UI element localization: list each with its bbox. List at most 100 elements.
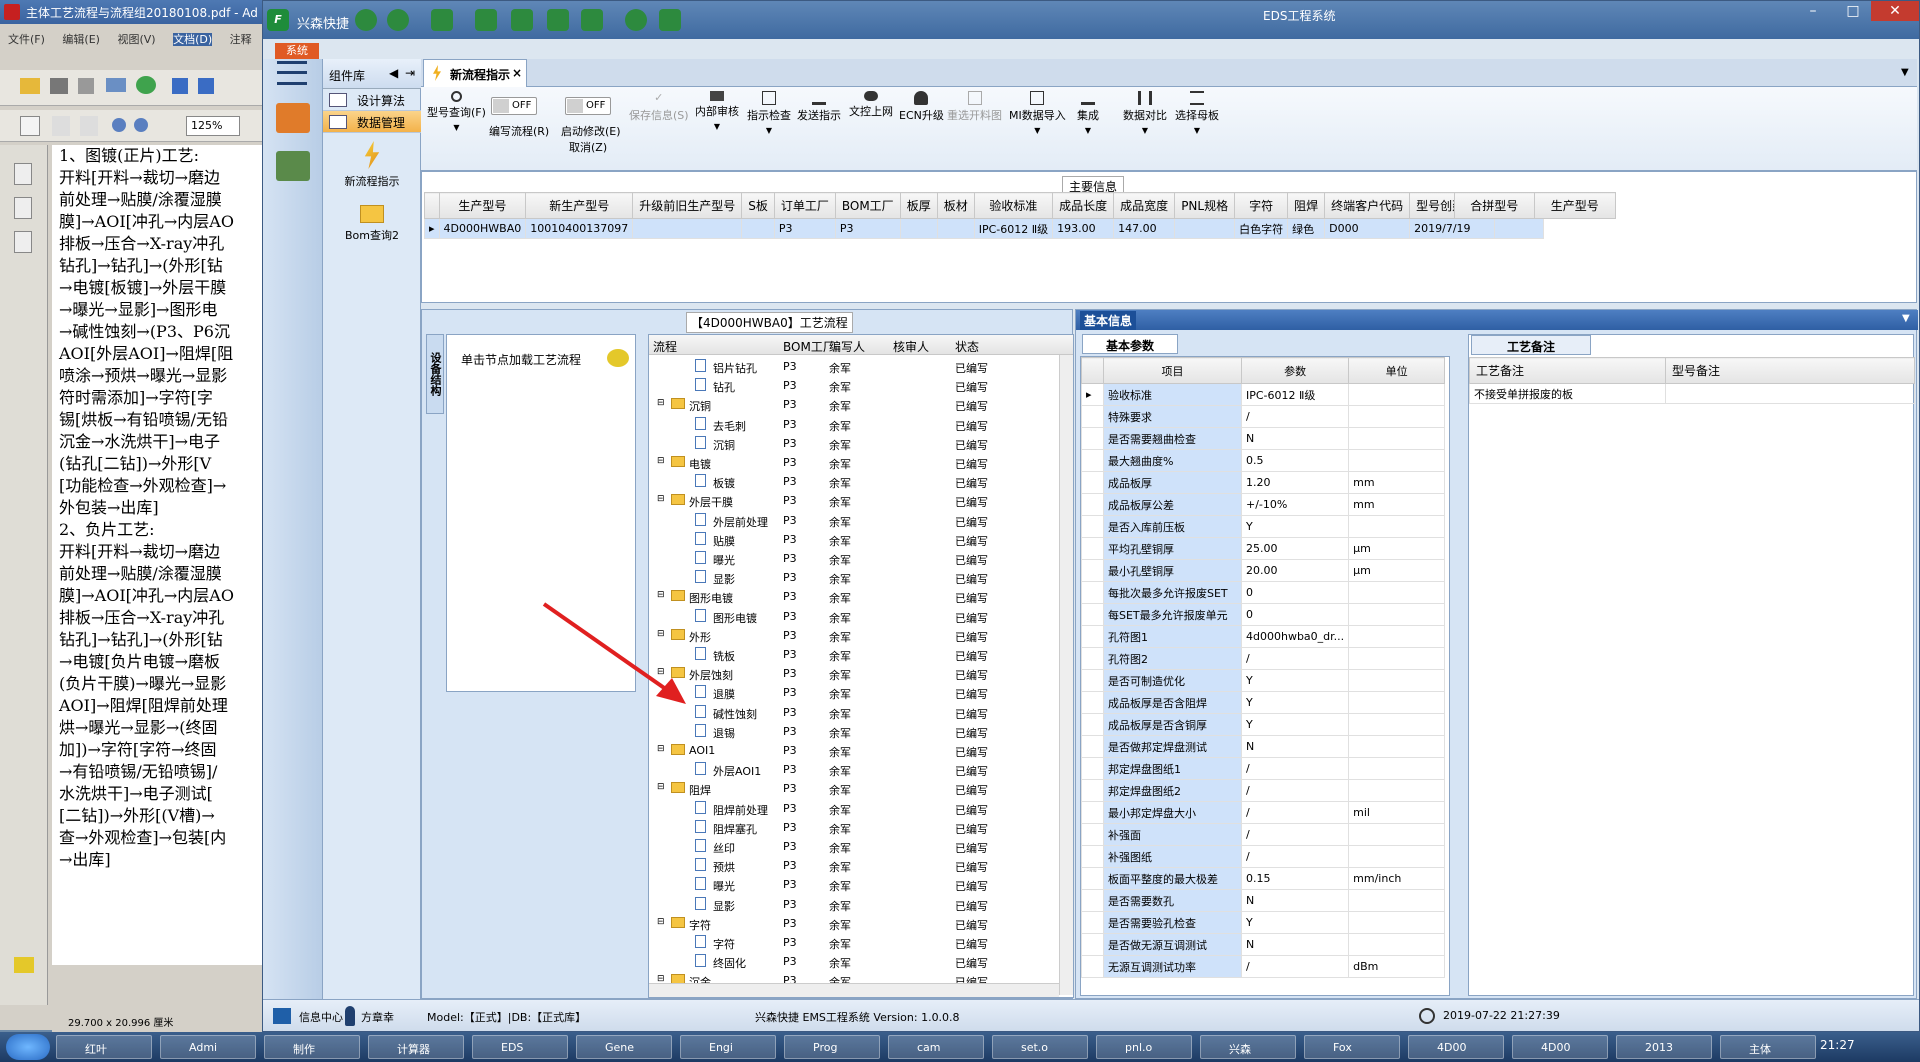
flow-tree-row[interactable]: ⊟ 外形 P3 余军 已编写: [649, 626, 1059, 645]
param-value[interactable]: /: [1240, 823, 1350, 846]
list-icon[interactable]: [431, 9, 453, 31]
collapse-toggle-icon[interactable]: ⊟: [657, 917, 665, 927]
param-unit[interactable]: [1348, 735, 1446, 758]
flow-tree-row[interactable]: 板镀 P3 余军 已编写: [649, 472, 1059, 491]
upload-button[interactable]: 文控上网: [849, 91, 893, 119]
start-button[interactable]: [6, 1034, 50, 1060]
param-value[interactable]: N: [1240, 735, 1350, 758]
param-value[interactable]: 1.20: [1240, 471, 1350, 494]
flow-tree-row[interactable]: 字符 P3 余军 已编写: [649, 933, 1059, 952]
param-value[interactable]: N: [1240, 427, 1350, 450]
param-unit[interactable]: μm: [1348, 537, 1446, 560]
chart-icon[interactable]: [659, 9, 681, 31]
param-unit[interactable]: μm: [1348, 559, 1446, 582]
taskbar-item[interactable]: Fox: [1304, 1035, 1400, 1059]
main-cell[interactable]: 10010400137097: [525, 218, 634, 239]
taskbar-item[interactable]: pnl.o: [1096, 1035, 1192, 1059]
param-row[interactable]: 邦定焊盘图纸1/: [1081, 757, 1446, 780]
param-unit[interactable]: [1348, 603, 1446, 626]
param-value[interactable]: Y: [1240, 691, 1350, 714]
collapse-icon[interactable]: ◀: [389, 66, 398, 80]
lib-item-data-manage[interactable]: 数据管理: [323, 111, 421, 133]
flow-tree-row[interactable]: 外层前处理 P3 余军 已编写: [649, 511, 1059, 530]
pdf-menu-document[interactable]: 文档(D): [173, 33, 213, 46]
save-icon[interactable]: [78, 78, 94, 94]
flow-tree-row[interactable]: 显影 P3 余军 已编写: [649, 568, 1059, 587]
main-cell[interactable]: D000: [1324, 218, 1411, 239]
param-unit[interactable]: [1348, 647, 1446, 670]
ecn-upgrade-button[interactable]: ECN升级: [899, 91, 944, 123]
param-row[interactable]: 是否需要验孔检查 Y: [1081, 911, 1446, 934]
param-row[interactable]: 是否需要翘曲检查 N: [1081, 427, 1446, 450]
pin-icon[interactable]: ⇥: [405, 66, 415, 80]
param-value[interactable]: 0: [1240, 581, 1350, 604]
param-value[interactable]: Y: [1240, 911, 1350, 934]
param-value[interactable]: Y: [1240, 669, 1350, 692]
tools-icon[interactable]: [475, 9, 497, 31]
send-button[interactable]: 发送指示: [797, 91, 841, 123]
signatures-icon[interactable]: [14, 231, 32, 253]
flow-tree-row[interactable]: 去毛刺 P3 余军 已编写: [649, 415, 1059, 434]
param-unit[interactable]: dBm: [1348, 955, 1446, 978]
globe-icon[interactable]: [387, 9, 409, 31]
param-unit[interactable]: [1348, 933, 1446, 956]
model-query-button[interactable]: 型号查询(F) ▼: [427, 91, 486, 133]
param-unit[interactable]: [1348, 427, 1446, 450]
param-row[interactable]: 每SET最多允许报废单元 0: [1081, 603, 1446, 626]
main-cell[interactable]: 4D000HWBA0: [438, 218, 527, 239]
flow-tree-row[interactable]: ⊟ 字符 P3 余军 已编写: [649, 914, 1059, 933]
param-row[interactable]: 是否做邦定焊盘测试 N: [1081, 735, 1446, 758]
flow-tree-row[interactable]: 终固化 P3 余军 已编写: [649, 952, 1059, 971]
flow-tree-row[interactable]: 预烘 P3 余军 已编写: [649, 856, 1059, 875]
param-value[interactable]: Y: [1240, 515, 1350, 538]
param-unit[interactable]: [1348, 713, 1446, 736]
flow-tree-row[interactable]: 图形电镀 P3 余军 已编写: [649, 607, 1059, 626]
select-parent-button[interactable]: 选择母板 ▼: [1175, 91, 1219, 136]
comments-icon[interactable]: [14, 957, 34, 973]
param-unit[interactable]: [1348, 845, 1446, 868]
email-icon[interactable]: [106, 78, 126, 92]
param-value[interactable]: 0.15: [1240, 867, 1350, 890]
pages-icon[interactable]: [14, 163, 32, 185]
taskbar-item[interactable]: 2013: [1616, 1035, 1712, 1059]
info-center-label[interactable]: 信息中心: [299, 1009, 343, 1025]
param-row[interactable]: 最小孔壁铜厚 20.00 μm: [1081, 559, 1446, 582]
save-info-button[interactable]: ✓ 保存信息(S): [629, 91, 689, 123]
pdf-menu-view[interactable]: 视图(V): [117, 33, 155, 46]
mi-import-button[interactable]: MI数据导入 ▼: [1009, 91, 1066, 136]
print-icon[interactable]: [50, 78, 68, 94]
param-row[interactable]: 补强图纸 /: [1081, 845, 1446, 868]
collapse-toggle-icon[interactable]: ⊟: [657, 456, 665, 466]
param-value[interactable]: /: [1240, 955, 1350, 978]
param-unit[interactable]: [1348, 383, 1446, 406]
param-value[interactable]: N: [1240, 933, 1350, 956]
param-value[interactable]: +/-10%: [1240, 493, 1350, 516]
tree-hscrollbar[interactable]: [649, 983, 1059, 997]
param-unit[interactable]: mm: [1348, 493, 1446, 516]
param-unit[interactable]: [1348, 823, 1446, 846]
taskbar-item[interactable]: 4D00: [1408, 1035, 1504, 1059]
main-cell[interactable]: IPC-6012 Ⅱ级: [973, 218, 1054, 239]
collapse-toggle-icon[interactable]: ⊟: [657, 494, 665, 504]
flow-tree-row[interactable]: 曝光 P3 余军 已编写: [649, 875, 1059, 894]
param-row[interactable]: 特殊要求 /: [1081, 405, 1446, 428]
table-row[interactable]: ▸ 4D000HWBA0 10010400137097 P3 P3 IPC-6012 Ⅱ级…: [424, 218, 1545, 239]
main-cell[interactable]: 白色字符: [1234, 218, 1289, 239]
param-row[interactable]: 成品板厚 1.20 mm: [1081, 471, 1446, 494]
tab-close-icon[interactable]: ×: [512, 66, 522, 80]
main-cell[interactable]: [632, 218, 743, 239]
bom-query-button[interactable]: Bom查询2: [323, 205, 421, 243]
param-row[interactable]: 最小邦定焊盘大小 / mil: [1081, 801, 1446, 824]
flow-tree-row[interactable]: ⊟ 电镀 P3 余军 已编写: [649, 453, 1059, 472]
basic-dropdown-icon[interactable]: ▼: [1902, 313, 1910, 324]
param-row[interactable]: 成品板厚公差 +/-10% mm: [1081, 493, 1446, 516]
taskbar-item[interactable]: 4D00: [1512, 1035, 1608, 1059]
taskbar-item[interactable]: 兴森: [1200, 1035, 1296, 1059]
minimize-button[interactable]: –: [1793, 1, 1833, 21]
main-cell[interactable]: 2019/7/19: [1409, 218, 1496, 239]
flow-tree-row[interactable]: 钻孔 P3 余军 已编写: [649, 376, 1059, 395]
main-cell[interactable]: [899, 218, 938, 239]
param-row[interactable]: 成品板厚是否含铜厚 Y: [1081, 713, 1446, 736]
collapse-toggle-icon[interactable]: ⊟: [657, 590, 665, 600]
param-row[interactable]: 补强面 /: [1081, 823, 1446, 846]
